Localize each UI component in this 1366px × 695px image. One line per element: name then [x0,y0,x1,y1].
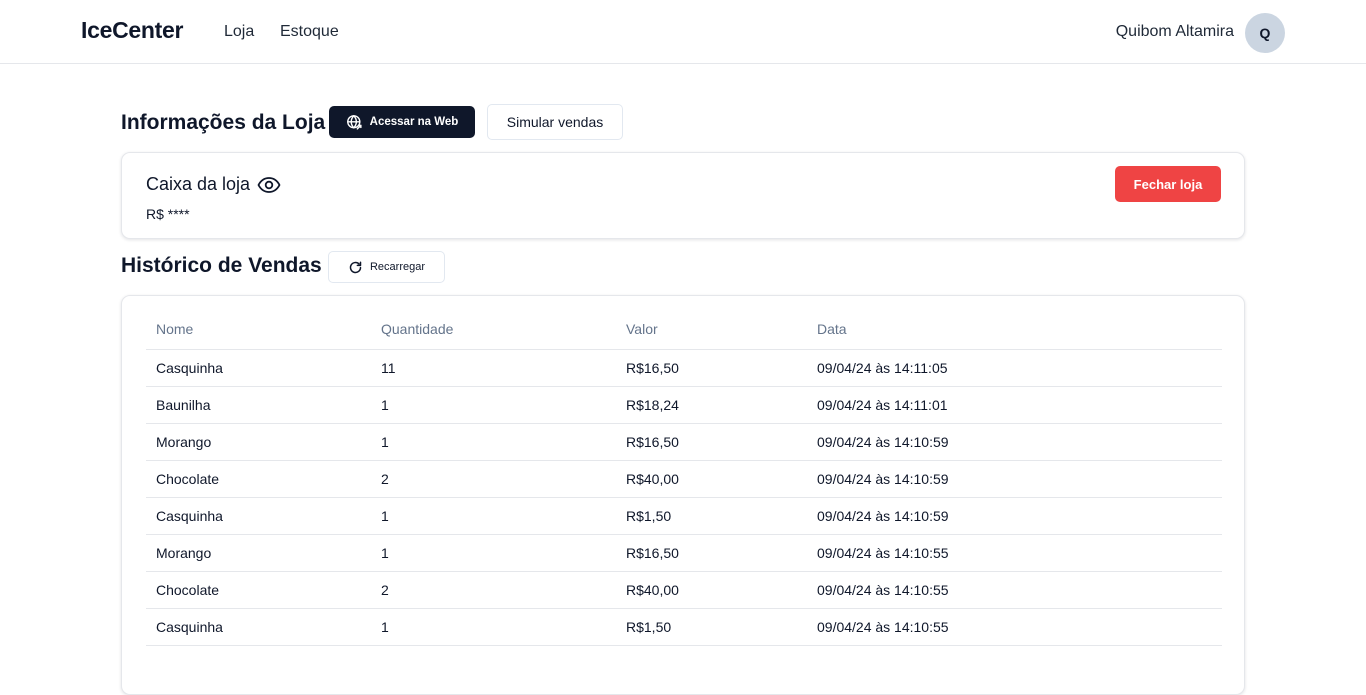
cash-card: Caixa da loja R$ **** Fechar loja [121,152,1245,239]
eye-icon[interactable] [257,176,281,194]
cell-nome: Casquinha [146,349,371,387]
top-navbar: IceCenter Loja Estoque Quibom Altamira Q [0,0,1366,64]
table-row: Baunilha 1 R$18,24 09/04/24 às 14:11:01 [146,386,1222,424]
sales-history-card: Nome Quantidade Valor Data Casquinha 11 … [121,295,1245,695]
table-row: Casquinha 1 R$1,50 09/04/24 às 14:10:55 [146,608,1222,646]
cell-valor: R$16,50 [616,534,807,572]
table-header-row: Nome Quantidade Valor Data [146,310,1222,350]
cell-data: 09/04/24 às 14:10:55 [807,571,1222,609]
cell-data: 09/04/24 às 14:10:55 [807,608,1222,646]
simulate-sales-button[interactable]: Simular vendas [487,104,623,140]
store-info-title: Informações da Loja [121,111,326,134]
cell-nome: Chocolate [146,571,371,609]
cell-quantidade: 1 [371,534,616,572]
cell-valor: R$16,50 [616,349,807,387]
cell-nome: Morango [146,534,371,572]
cell-valor: R$1,50 [616,608,807,646]
cell-data: 09/04/24 às 14:10:59 [807,497,1222,535]
column-header-quantidade: Quantidade [371,310,616,350]
access-web-button[interactable]: Acessar na Web [329,106,475,138]
sales-history-title: Histórico de Vendas [121,254,322,277]
table-row: Chocolate 2 R$40,00 09/04/24 às 14:10:55 [146,571,1222,609]
close-store-button[interactable]: Fechar loja [1115,166,1221,202]
cash-title-label: Caixa da loja [146,174,251,194]
cell-valor: R$40,00 [616,460,807,498]
cell-data: 09/04/24 às 14:11:05 [807,349,1222,387]
reload-label: Recarregar [369,261,426,273]
cell-quantidade: 2 [371,571,616,609]
brand-logo[interactable]: IceCenter [81,17,183,44]
cell-data: 09/04/24 às 14:11:01 [807,386,1222,424]
cell-quantidade: 1 [371,497,616,535]
cell-nome: Baunilha [146,386,371,424]
user-name[interactable]: Quibom Altamira [1116,23,1234,41]
cell-nome: Morango [146,423,371,461]
table-row: Morango 1 R$16,50 09/04/24 às 14:10:55 [146,534,1222,572]
cell-valor: R$16,50 [616,423,807,461]
cell-quantidade: 2 [371,460,616,498]
cash-value: R$ **** [146,206,190,222]
cell-quantidade: 1 [371,386,616,424]
cell-nome: Casquinha [146,608,371,646]
cell-nome: Casquinha [146,497,371,535]
cell-quantidade: 1 [371,423,616,461]
column-header-data: Data [807,310,1222,350]
table-row: Casquinha 11 R$16,50 09/04/24 às 14:11:0… [146,349,1222,387]
cell-nome: Chocolate [146,460,371,498]
sales-table: Nome Quantidade Valor Data Casquinha 11 … [146,310,1222,646]
cell-quantidade: 11 [371,349,616,387]
cell-valor: R$40,00 [616,571,807,609]
nav-link-loja[interactable]: Loja [224,23,254,41]
table-row: Morango 1 R$16,50 09/04/24 às 14:10:59 [146,423,1222,461]
avatar[interactable]: Q [1245,13,1285,53]
cell-valor: R$18,24 [616,386,807,424]
nav-link-estoque[interactable]: Estoque [280,23,339,41]
cell-valor: R$1,50 [616,497,807,535]
refresh-icon [348,260,363,275]
column-header-valor: Valor [616,310,807,350]
column-header-nome: Nome [146,310,371,350]
cell-data: 09/04/24 às 14:10:59 [807,423,1222,461]
cash-title: Caixa da loja [146,174,281,195]
cell-quantidade: 1 [371,608,616,646]
globe-icon [346,114,363,131]
cell-data: 09/04/24 às 14:10:59 [807,460,1222,498]
cell-data: 09/04/24 às 14:10:55 [807,534,1222,572]
table-row: Casquinha 1 R$1,50 09/04/24 às 14:10:59 [146,497,1222,535]
table-row: Chocolate 2 R$40,00 09/04/24 às 14:10:59 [146,460,1222,498]
access-web-label: Acessar na Web [369,116,459,128]
reload-button[interactable]: Recarregar [328,251,445,283]
